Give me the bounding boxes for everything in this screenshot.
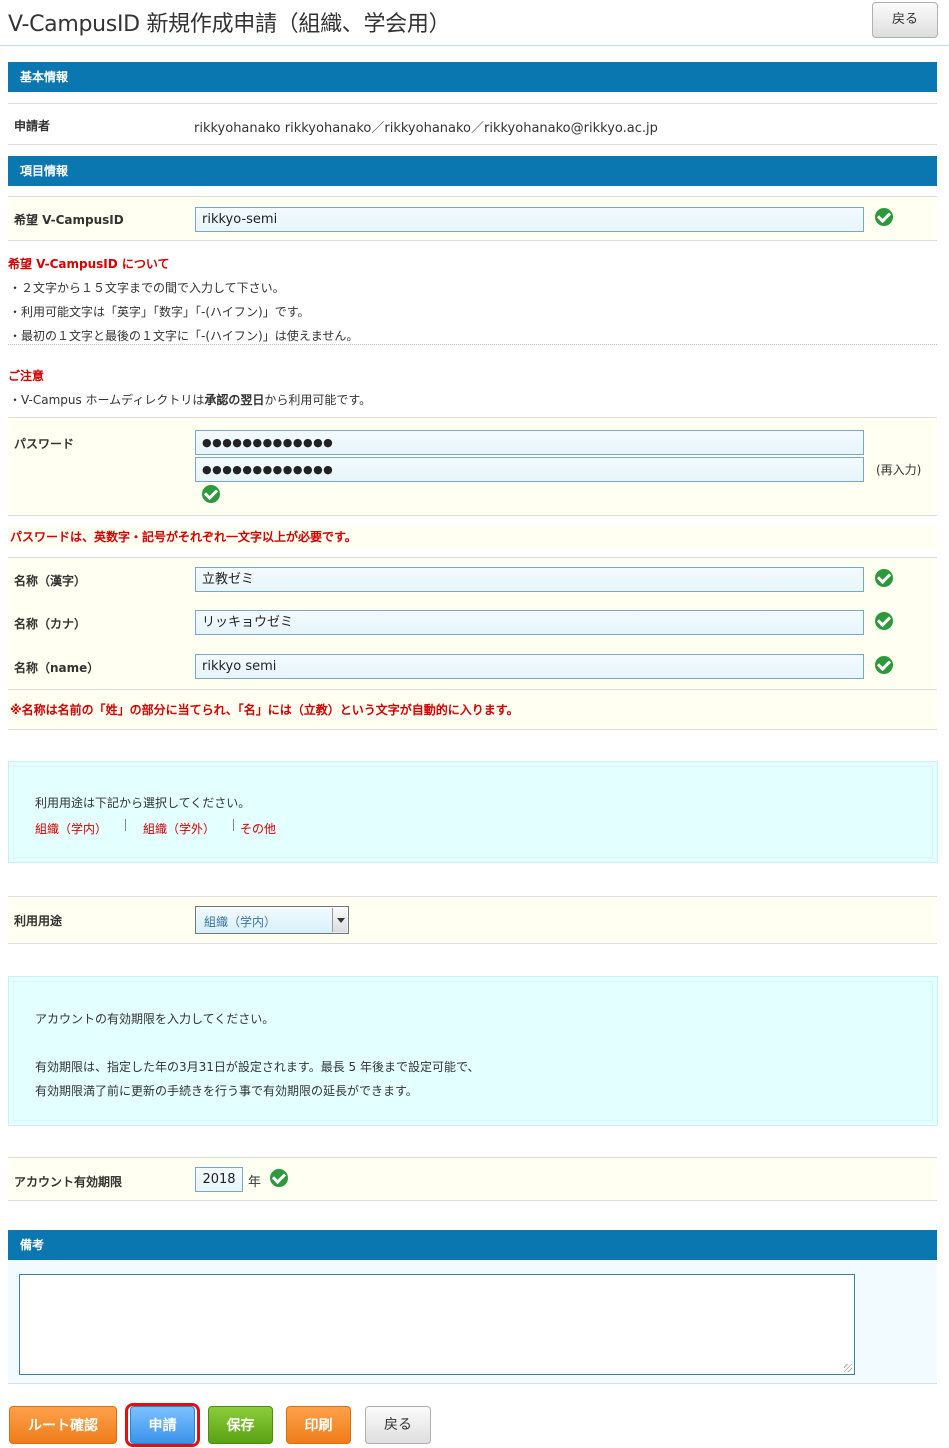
chevron-down-icon (332, 908, 347, 932)
resize-grip-icon[interactable] (844, 1364, 852, 1372)
check-icon (875, 612, 893, 630)
name-kanji-row: 名称（漢字） 立教ゼミ (8, 557, 937, 602)
usage-label: 利用用途 (14, 914, 63, 928)
page-title: V-CampusID 新規作成申請（組織、学会用） (8, 12, 451, 37)
applicant-row: 申請者 rikkyohanako rikkyohanako／rikkyohana… (8, 103, 937, 145)
name-kana-input[interactable]: リッキョウゼミ (195, 610, 864, 635)
print-button[interactable]: 印刷 (286, 1406, 351, 1444)
name-kanji-input[interactable]: 立教ゼミ (195, 567, 864, 592)
name-english-input[interactable]: rikkyo semi (195, 654, 864, 679)
usage-row: 利用用途 (8, 896, 937, 944)
applicant-value: rikkyohanako rikkyohanako／rikkyohanako／r… (194, 121, 658, 136)
info-box-border (13, 766, 933, 858)
title-bar: V-CampusID 新規作成申請（組織、学会用） 戻る (0, 0, 949, 46)
expiry-info-box: アカウントの有効期限を入力してください。 有効期限は、指定した年の3月31日が設… (8, 976, 938, 1126)
check-icon (202, 485, 220, 503)
password-rule-note: パスワードは、英数字・記号がそれぞれ一文字以上が必要です。 (8, 526, 937, 548)
name-kana-label: 名称（カナ） (14, 617, 87, 631)
section-header-items: 項目情報 (8, 156, 937, 186)
id-note-line: ・２文字から１５文字までの間で入力して下さい。 (9, 281, 285, 295)
name-english-label: 名称（name） (14, 661, 100, 675)
desired-id-input[interactable]: rikkyo-semi (195, 207, 864, 232)
check-icon (875, 569, 893, 587)
caution-line-suffix: から利用可能です。 (264, 393, 372, 407)
usage-link-internal[interactable]: 組織（学内） (35, 820, 107, 837)
back-button-bottom[interactable]: 戻る (365, 1406, 431, 1444)
apply-button[interactable]: 申請 (130, 1406, 195, 1444)
name-english-row: 名称（name） rikkyo semi (8, 645, 937, 690)
caution-line-prefix: ・V-Campus ホームディレクトリは (9, 393, 205, 407)
link-separator (233, 819, 234, 831)
expiry-label: アカウント有効期限 (14, 1175, 123, 1189)
usage-link-other[interactable]: その他 (240, 820, 276, 837)
expiry-row: アカウント有効期限 2018 年 (8, 1157, 937, 1201)
id-notes-heading: 希望 V-CampusID について (8, 257, 170, 271)
route-check-button[interactable]: ルート確認 (9, 1406, 117, 1444)
link-separator (125, 819, 126, 831)
usage-info-box: 利用用途は下記から選択してください。 組織（学内） 組織（学外） その他 (8, 761, 938, 863)
usage-link-external[interactable]: 組織（学外） (143, 820, 215, 837)
name-note: ※名称は名前の「姓」の部分に当てられ、「名」には（立教）という文字が自動的に入り… (8, 690, 937, 730)
password-label: パスワード (14, 437, 75, 451)
usage-info-text: 利用用途は下記から選択してください。 (35, 796, 251, 810)
password-row: パスワード ●●●●●●●●●●●●● ●●●●●●●●●●●●● (再入力) (8, 417, 937, 516)
id-note-line: ・利用可能文字は「英字」「数字」「-(ハイフン)」です。 (9, 305, 310, 319)
section-header-remarks: 備考 (8, 1230, 937, 1260)
applicant-label: 申請者 (14, 119, 51, 133)
desired-id-label: 希望 V-CampusID (14, 213, 124, 227)
password-confirm-input[interactable]: ●●●●●●●●●●●●● (195, 457, 864, 482)
check-icon (270, 1169, 288, 1187)
name-kana-row: 名称（カナ） リッキョウゼミ (8, 601, 937, 646)
desired-id-row: 希望 V-CampusID rikkyo-semi (8, 196, 937, 241)
reenter-label: (再入力) (876, 463, 922, 477)
check-icon (875, 208, 893, 226)
remarks-textarea[interactable] (19, 1274, 855, 1375)
back-button-top[interactable]: 戻る (872, 2, 938, 38)
expiry-info-line: 有効期限は、指定した年の3月31日が設定されます。最長 5 年後まで設定可能で、 (35, 1060, 480, 1074)
password-input[interactable]: ●●●●●●●●●●●●● (195, 430, 864, 455)
usage-select-value: 組織（学内） (204, 915, 277, 929)
caution-line-bold: 承認の翌日 (204, 393, 265, 407)
year-unit: 年 (248, 1175, 262, 1190)
expiry-info-line: アカウントの有効期限を入力してください。 (35, 1012, 275, 1026)
expiry-info-line: 有効期限満了前に更新の手続きを行う事で有効期限の延長ができます。 (35, 1084, 418, 1098)
name-kanji-label: 名称（漢字） (14, 574, 87, 588)
divider (8, 344, 937, 345)
usage-select[interactable]: 組織（学内） (195, 906, 349, 934)
check-icon (875, 656, 893, 674)
section-header-basic: 基本情報 (8, 62, 937, 92)
caution-line: ・V-Campus ホームディレクトリは承認の翌日から利用可能です。 (9, 391, 371, 408)
save-button[interactable]: 保存 (208, 1406, 273, 1444)
info-box-border (13, 981, 933, 1121)
expiry-year-input[interactable]: 2018 (195, 1167, 243, 1192)
caution-heading: ご注意 (8, 369, 45, 383)
id-note-line: ・最初の１文字と最後の１文字に「-(ハイフン)」は使えません。 (9, 329, 359, 343)
